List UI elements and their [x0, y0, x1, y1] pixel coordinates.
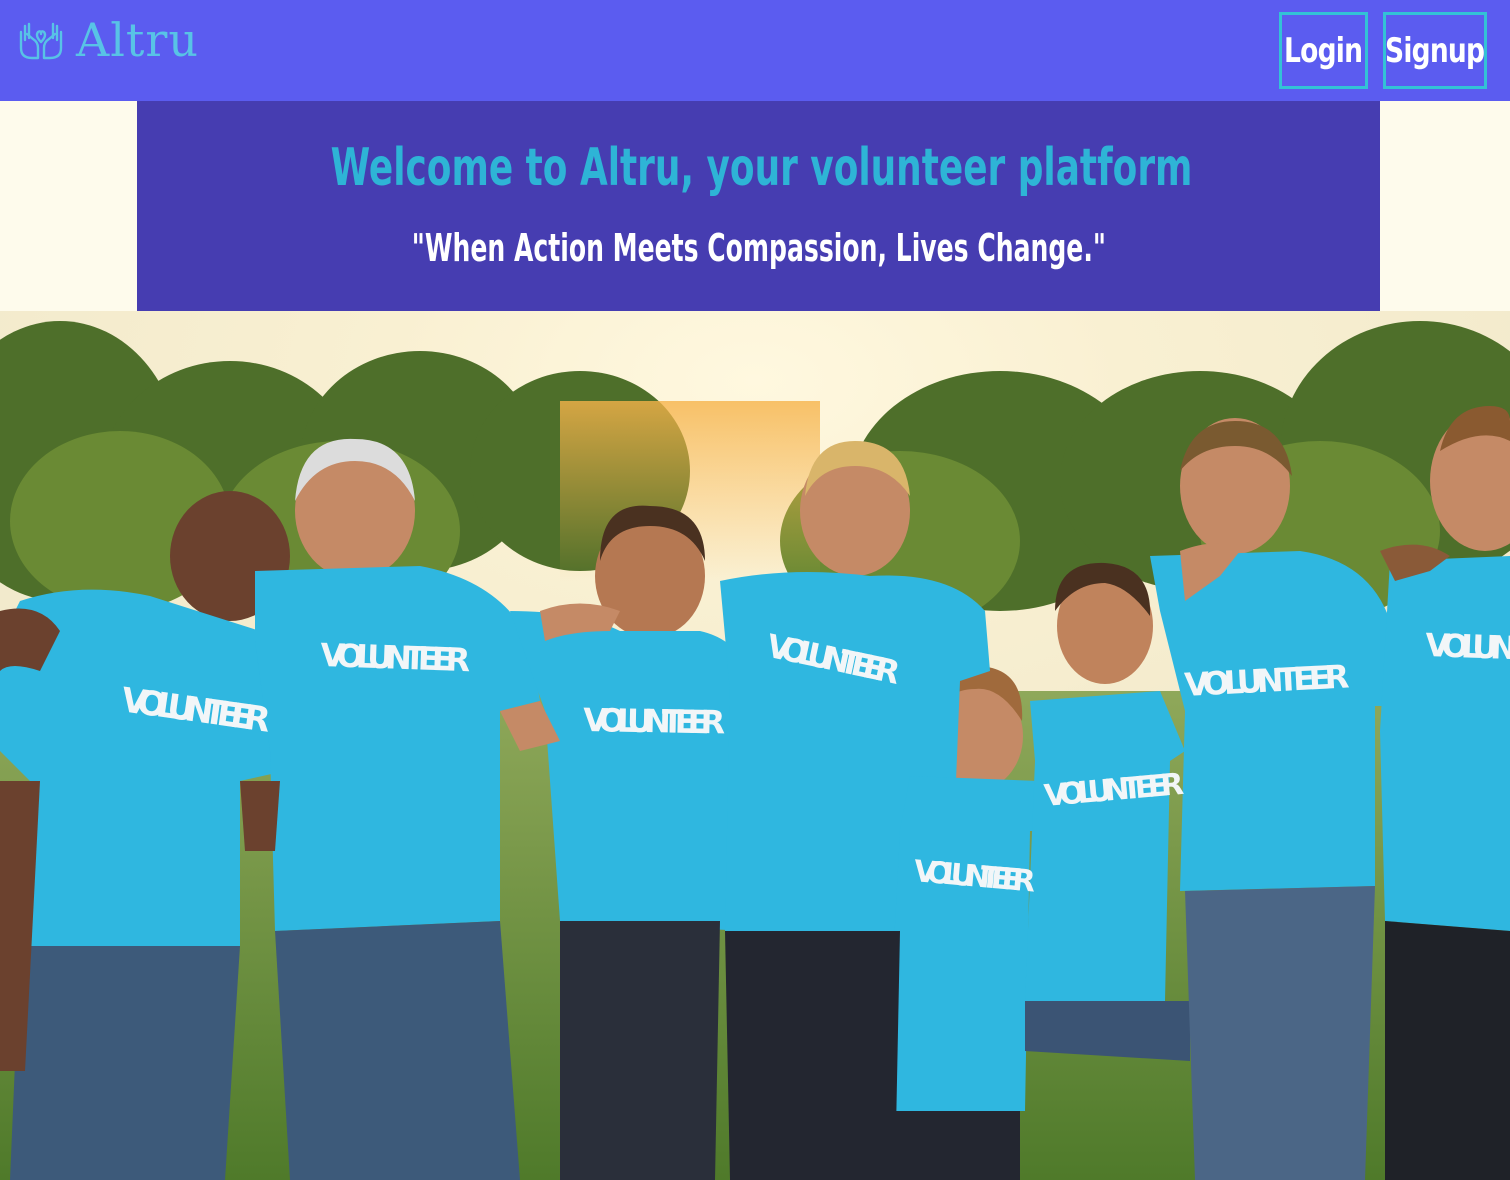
hero-title: Welcome to Altru, your volunteer platfor… [137, 133, 1380, 203]
signup-label: Signup [1385, 30, 1485, 71]
hands-heart-icon [19, 22, 63, 60]
hero-title-text: Welcome to Altru, your volunteer platfor… [330, 138, 1193, 198]
signup-button[interactable]: Signup [1383, 12, 1487, 89]
brand-name: Altru [76, 13, 200, 67]
hero-banner: Welcome to Altru, your volunteer platfor… [137, 101, 1380, 311]
hero-quote-text: "When Action Meets Compassion, Lives Cha… [411, 226, 1106, 270]
login-label: Login [1284, 30, 1363, 71]
volunteers-photo: VOLUNTEER VOLUNTEER VOLUNTEER VOLUNTEER … [0, 311, 1510, 1180]
logo[interactable]: Altru [16, 12, 199, 68]
navbar: Altru Login Signup [0, 0, 1510, 101]
hero-quote: "When Action Meets Compassion, Lives Cha… [137, 223, 1380, 273]
shirt-label-3: VOLUNTEER [583, 701, 726, 741]
login-button[interactable]: Login [1279, 12, 1368, 89]
shirt-label-8: VOLUNTEER [1425, 626, 1510, 669]
shirt-label-2: VOLUNTEER [320, 636, 471, 679]
